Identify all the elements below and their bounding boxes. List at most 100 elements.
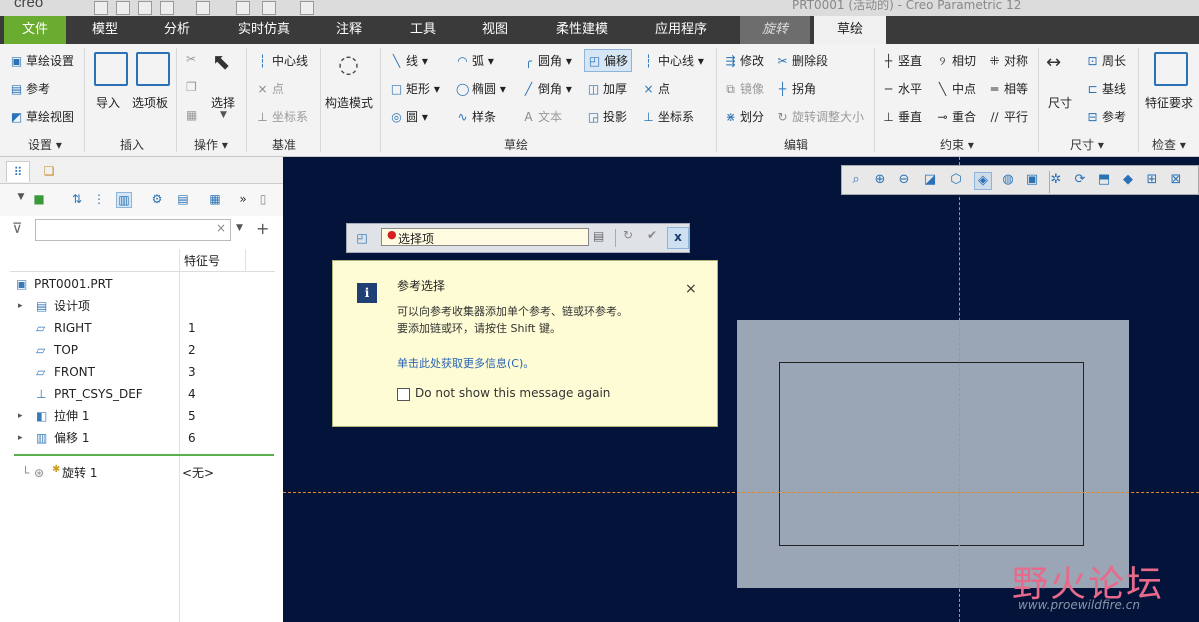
add-icon[interactable]: + [256,219,269,238]
reference-dim-button[interactable]: ⊟ 参考 [1086,108,1126,125]
tree-row[interactable]: ▸ ▥ 偏移 1 6 [0,427,283,449]
group-title-dimension[interactable]: 尺寸 ▾ [1070,136,1104,153]
sketch-setup-button[interactable]: ▣ 草绘设置 [10,52,74,69]
cancel-icon[interactable]: x [667,227,689,249]
show-icon[interactable]: ■ [32,192,46,206]
divide-button[interactable]: ⋇ 划分 [724,108,764,125]
tab-tools[interactable]: 工具 [390,16,456,44]
csys-button[interactable]: ⊥ 坐标系 [642,108,694,125]
tab-annotate[interactable]: 注释 [316,16,382,44]
tab-file[interactable]: 文件 [4,16,66,44]
tree-row[interactable]: ▱ TOP 2 [0,339,283,361]
spline-button[interactable]: ∿ 样条 [456,108,496,125]
feature-number-header[interactable]: 特征号 [184,252,220,269]
perpendicular-constraint-button[interactable]: ⊥ 垂直 [882,108,922,125]
references-button[interactable]: ▤ 参考 [10,80,50,97]
dimension-display-icon[interactable]: ⊞ [1144,172,1160,188]
arc-button[interactable]: ◠ 弧 ▾ [456,52,494,69]
spin-center-icon[interactable]: ⟳ [1072,172,1088,188]
open-file-icon[interactable] [116,1,130,15]
undo-icon[interactable] [160,1,174,15]
tab-analysis[interactable]: 分析 [144,16,210,44]
tree-row[interactable]: ▸ ▤ 设计项 [0,295,283,317]
corner-button[interactable]: ┼ 拐角 [776,80,816,97]
sketch-rectangle[interactable] [779,362,1084,546]
save-icon[interactable] [138,1,152,15]
folder-browser-tab-icon[interactable]: ❏ [38,161,60,181]
tab-flexible-modeling[interactable]: 柔性建模 [540,16,624,44]
point-button[interactable]: × 点 [642,80,670,97]
view-cube-icon[interactable]: ⬡ [948,172,964,188]
tree-search-input[interactable] [35,219,231,241]
rotate-resize-button[interactable]: ↻ 旋转调整大小 [776,108,864,125]
chevron-down-icon[interactable]: ▼ [220,110,227,120]
model-tree-tab-icon[interactable]: ⠿ [6,161,30,182]
tab-applications[interactable]: 应用程序 [636,16,726,44]
midpoint-constraint-button[interactable]: ╲ 中点 [936,80,976,97]
tree-filter-icon[interactable]: ⇅ [70,192,84,206]
horizontal-constraint-button[interactable]: ─ 水平 [882,80,922,97]
expand-icon[interactable]: ▸ [18,295,23,317]
page-icon[interactable]: ▯ [256,192,270,206]
equal-constraint-button[interactable]: ═ 相等 [988,80,1028,97]
clear-icon[interactable]: × [216,221,226,235]
group-title-inspect[interactable]: 检查 ▾ [1152,136,1186,153]
mirror-button[interactable]: ⧉ 镜像 [724,80,764,97]
project-button[interactable]: ◲ 投影 [587,108,627,125]
datum-display-icon[interactable]: ✲ [1048,172,1064,188]
do-not-show-checkbox[interactable] [397,388,410,401]
expand-icon[interactable]: ▸ [18,405,23,427]
text-button[interactable]: A 文本 [522,108,562,125]
more-icon[interactable]: » [236,192,250,206]
settings-icon[interactable]: ⚙ [150,192,164,206]
import-button[interactable]: 导入 [96,94,120,111]
close-window-icon[interactable] [300,1,314,15]
close-icon[interactable]: × [685,281,697,297]
fillet-button[interactable]: ╭ 圆角 ▾ [522,52,572,69]
saved-views-icon[interactable]: ▣ [1024,172,1040,188]
chamfer-button[interactable]: ╱ 倒角 ▾ [522,80,572,97]
confirm-icon[interactable]: ✔ [647,228,657,242]
circle-button[interactable]: ◎ 圆 ▾ [390,108,428,125]
vertical-constraint-button[interactable]: ┼ 竖直 [882,52,922,69]
refresh-icon[interactable]: ↻ [623,228,633,242]
baseline-button[interactable]: ⊏ 基线 [1086,80,1126,97]
more-info-link[interactable]: 单击此处获取更多信息(C)。 [397,355,534,371]
feature-requirements-button[interactable]: 特征要求 [1145,94,1193,111]
cut-icon[interactable]: ✂ [186,52,196,66]
regenerate-icon[interactable] [236,1,250,15]
zoom-in-icon[interactable]: ⊕ [872,172,888,188]
chevron-down-icon[interactable]: ▼ [236,223,243,233]
datum-point-button[interactable]: × 点 [256,80,284,97]
paste-icon[interactable]: ▦ [186,108,197,122]
tab-sketch[interactable]: 草绘 [814,16,886,44]
parallel-constraint-button[interactable]: ∕∕ 平行 [988,108,1028,125]
palette-button[interactable]: 选项板 [132,94,168,111]
construction-mode-button[interactable]: 构造模式 [325,94,373,111]
copy-icon[interactable]: ❐ [186,80,197,94]
annotation-display-icon[interactable]: ⬒ [1096,172,1112,188]
symmetric-constraint-button[interactable]: ⁜ 对称 [988,52,1028,69]
tab-revolve[interactable]: 旋转 [740,16,810,44]
zoom-out-icon[interactable]: ⊖ [896,172,912,188]
redo-icon[interactable] [196,1,210,15]
chevron-down-icon[interactable]: ▼ [14,192,28,206]
offset-button[interactable]: ◰ 偏移 [584,49,633,72]
modify-button[interactable]: ⇶ 修改 [724,52,764,69]
tangent-constraint-button[interactable]: ୨ 相切 [936,52,977,69]
tree-row[interactable]: ▸ ◧ 拉伸 1 5 [0,405,283,427]
reference-collector[interactable]: ● 选择项 [381,228,589,246]
shading-icon[interactable]: ◆ [1120,172,1136,188]
select-button[interactable]: 选择 [211,94,235,111]
tab-live-simulation[interactable]: 实时仿真 [222,16,306,44]
rectangle-button[interactable]: □ 矩形 ▾ [390,80,440,97]
tree-columns-icon[interactable]: ▥ [116,192,132,208]
datum-centerline-button[interactable]: ┆ 中心线 [256,52,308,69]
tree-row[interactable]: ▱ RIGHT 1 [0,317,283,339]
layer-icon[interactable]: ▦ [208,192,222,206]
constraint-display-icon[interactable]: ⊠ [1168,172,1184,188]
coincident-constraint-button[interactable]: ⊸ 重合 [936,108,976,125]
display-style-icon[interactable]: ◍ [1000,172,1016,188]
tree-row[interactable]: ▣ PRT0001.PRT [0,273,283,295]
display-icon[interactable]: ▤ [176,192,190,206]
